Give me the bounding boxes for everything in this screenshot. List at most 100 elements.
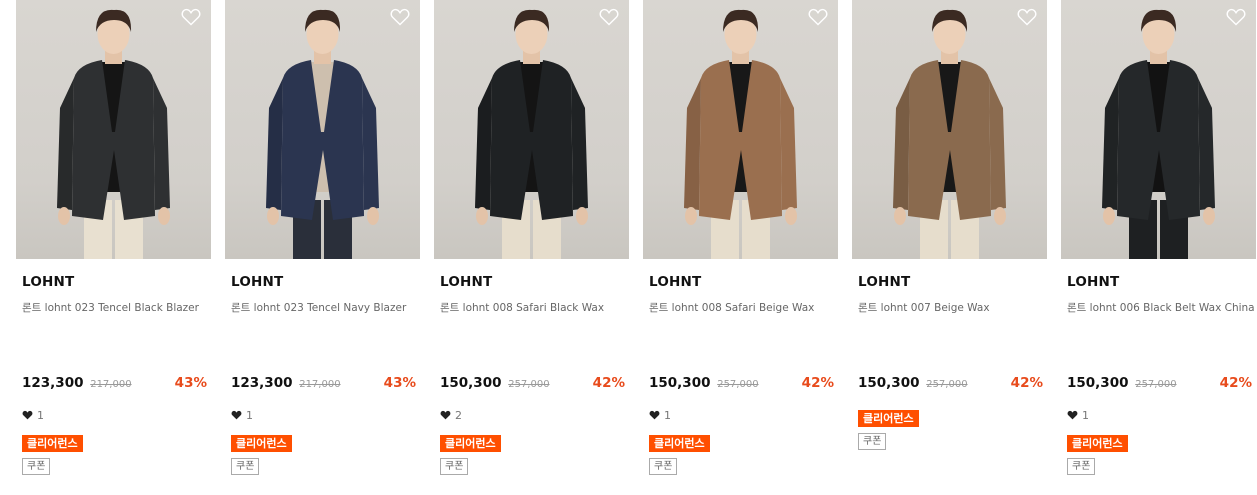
discount-rate: 42% <box>592 375 625 391</box>
product-brand[interactable]: LOHNT <box>440 274 492 290</box>
sleeve-shade <box>266 78 283 210</box>
hand-right <box>785 207 797 225</box>
product-image[interactable] <box>1061 0 1256 259</box>
hand-right <box>576 207 588 225</box>
original-price: 217,000 <box>299 379 341 390</box>
original-price: 257,000 <box>508 379 550 390</box>
model-figure <box>266 9 379 259</box>
product-card[interactable]: LOHNT 론트 lohnt 008 Safari Beige Wax 150,… <box>643 0 838 495</box>
sleeve-right <box>780 78 797 210</box>
sale-price: 150,300 <box>858 375 920 391</box>
wishlist-heart-icon[interactable] <box>599 8 619 26</box>
product-brand[interactable]: LOHNT <box>22 274 74 290</box>
clearance-badge: 클리어런스 <box>440 435 501 452</box>
wishlist-heart-icon[interactable] <box>181 8 201 26</box>
coupon-badge: 쿠폰 <box>231 458 260 475</box>
wishlist-heart-icon[interactable] <box>390 8 410 26</box>
hand-left <box>1103 207 1115 225</box>
product-name[interactable]: 론트 lohnt 008 Safari Beige Wax <box>649 300 837 316</box>
product-price-row: 150,300 257,000 <box>649 375 759 391</box>
hand-right <box>1203 207 1215 225</box>
product-brand[interactable]: LOHNT <box>231 274 283 290</box>
product-image[interactable] <box>643 0 838 259</box>
original-price: 257,000 <box>717 379 759 390</box>
discount-rate: 43% <box>383 375 416 391</box>
product-image[interactable] <box>225 0 420 259</box>
model-figure <box>475 9 588 259</box>
product-brand[interactable]: LOHNT <box>649 274 701 290</box>
coupon-badge: 쿠폰 <box>22 458 51 475</box>
product-price-row: 150,300 257,000 <box>1067 375 1177 391</box>
filled-heart-icon <box>440 410 451 420</box>
product-name[interactable]: 론트 lohnt 023 Tencel Navy Blazer <box>231 300 419 316</box>
sleeve-shade <box>57 78 74 210</box>
product-name[interactable]: 론트 lohnt 006 Black Belt Wax China <box>1067 300 1255 316</box>
sleeve-shade <box>893 78 910 210</box>
sale-price: 150,300 <box>440 375 502 391</box>
hand-left <box>58 207 70 225</box>
like-count: 1 <box>1067 409 1089 422</box>
product-card[interactable]: LOHNT 론트 lohnt 023 Tencel Black Blazer 1… <box>16 0 211 495</box>
sleeve-right <box>571 78 588 210</box>
discount-rate: 43% <box>174 375 207 391</box>
product-card[interactable]: LOHNT 론트 lohnt 008 Safari Black Wax 150,… <box>434 0 629 495</box>
hand-right <box>367 207 379 225</box>
original-price: 257,000 <box>926 379 968 390</box>
hand-left <box>476 207 488 225</box>
clearance-badge: 클리어런스 <box>858 410 919 427</box>
hand-right <box>158 207 170 225</box>
model-figure <box>684 9 797 259</box>
like-count: 2 <box>440 409 462 422</box>
filled-heart-icon <box>649 410 660 420</box>
discount-rate: 42% <box>1219 375 1252 391</box>
product-brand[interactable]: LOHNT <box>1067 274 1119 290</box>
filled-heart-icon <box>231 410 242 420</box>
clearance-badge: 클리어런스 <box>1067 435 1128 452</box>
discount-rate: 42% <box>801 375 834 391</box>
model-figure <box>1102 9 1215 259</box>
product-price-row: 150,300 257,000 <box>858 375 968 391</box>
product-card[interactable]: LOHNT 론트 lohnt 007 Beige Wax 150,300 257… <box>852 0 1047 495</box>
product-card[interactable]: LOHNT 론트 lohnt 006 Black Belt Wax China … <box>1061 0 1256 495</box>
coupon-badge: 쿠폰 <box>440 458 469 475</box>
hand-left <box>267 207 279 225</box>
coupon-badge: 쿠폰 <box>649 458 678 475</box>
clearance-badge: 클리어런스 <box>22 435 83 452</box>
product-image[interactable] <box>434 0 629 259</box>
model-figure <box>57 9 170 259</box>
original-price: 217,000 <box>90 379 132 390</box>
product-price-row: 123,300 217,000 <box>22 375 132 391</box>
product-name[interactable]: 론트 lohnt 023 Tencel Black Blazer <box>22 300 210 316</box>
filled-heart-icon <box>22 410 33 420</box>
product-card[interactable]: LOHNT 론트 lohnt 023 Tencel Navy Blazer 12… <box>225 0 420 495</box>
wishlist-heart-icon[interactable] <box>1017 8 1037 26</box>
sleeve-right <box>1198 78 1215 210</box>
like-count: 1 <box>231 409 253 422</box>
wishlist-heart-icon[interactable] <box>808 8 828 26</box>
product-price-row: 150,300 257,000 <box>440 375 550 391</box>
product-image[interactable] <box>16 0 211 259</box>
product-brand[interactable]: LOHNT <box>858 274 910 290</box>
coupon-badge: 쿠폰 <box>1067 458 1096 475</box>
like-count: 1 <box>649 409 671 422</box>
sleeve-right <box>362 78 379 210</box>
sale-price: 123,300 <box>231 375 293 391</box>
product-name[interactable]: 론트 lohnt 007 Beige Wax <box>858 300 1046 316</box>
like-count-value: 1 <box>246 409 253 422</box>
hand-left <box>894 207 906 225</box>
hand-left <box>685 207 697 225</box>
clearance-badge: 클리어런스 <box>231 435 292 452</box>
sale-price: 150,300 <box>649 375 711 391</box>
product-image[interactable] <box>852 0 1047 259</box>
sleeve-shade <box>475 78 492 210</box>
original-price: 257,000 <box>1135 379 1177 390</box>
wishlist-heart-icon[interactable] <box>1226 8 1246 26</box>
like-count-value: 1 <box>37 409 44 422</box>
sleeve-right <box>989 78 1006 210</box>
model-figure <box>893 9 1006 259</box>
like-count-value: 2 <box>455 409 462 422</box>
sale-price: 123,300 <box>22 375 84 391</box>
filled-heart-icon <box>1067 410 1078 420</box>
product-name[interactable]: 론트 lohnt 008 Safari Black Wax <box>440 300 628 316</box>
hand-right <box>994 207 1006 225</box>
